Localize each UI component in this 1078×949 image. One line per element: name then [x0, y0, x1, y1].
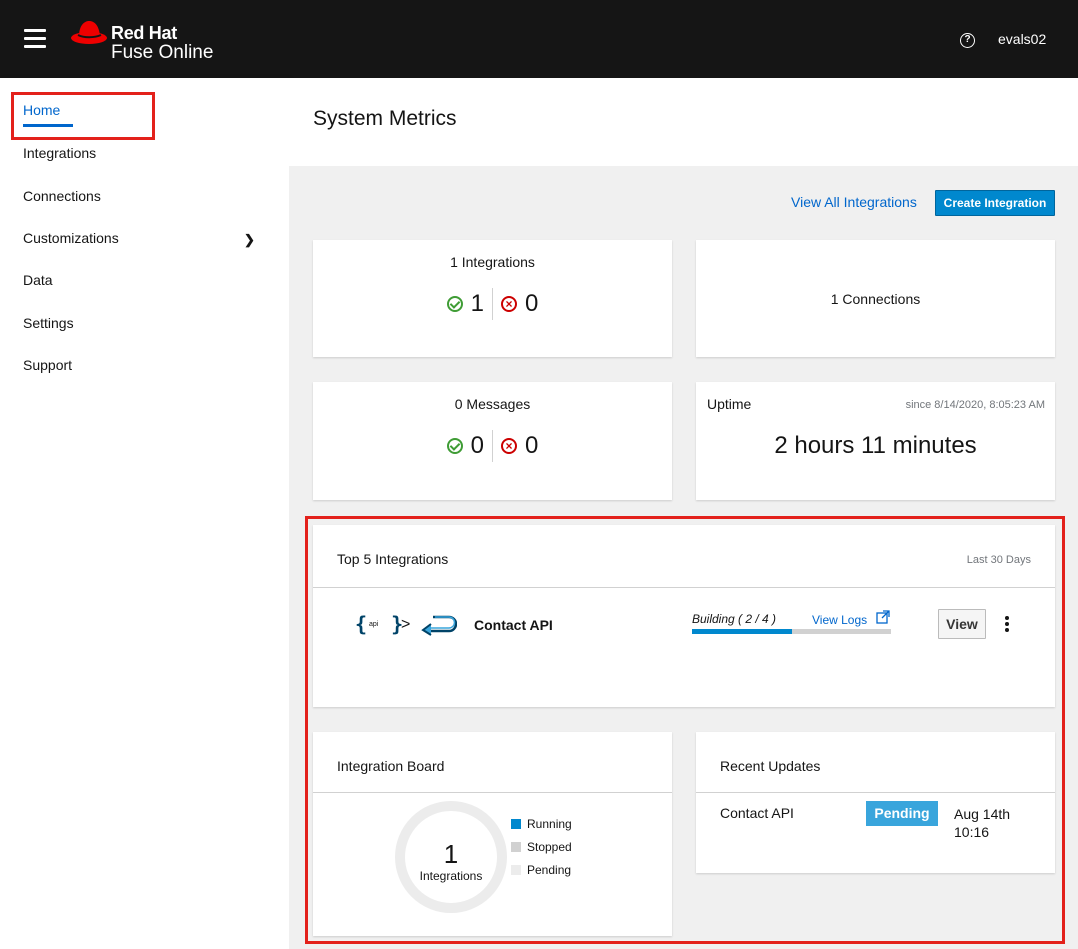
messages-error-count: 0	[525, 432, 539, 459]
uptime-value: 2 hours 11 minutes	[774, 432, 977, 459]
brand-name: Red Hat	[111, 23, 177, 43]
highlight-dashboard-box	[305, 516, 1065, 944]
messages-ok-count: 0	[470, 432, 484, 459]
chevron-right-icon[interactable]: ❯	[244, 232, 255, 248]
integrations-error-count: 0	[525, 290, 539, 317]
uptime-card: Uptime since 8/14/2020, 8:05:23 AM 2 hou…	[696, 382, 1055, 500]
page-title: System Metrics	[313, 107, 457, 130]
sidebar-item-data[interactable]: Data	[23, 272, 53, 288]
uptime-since: since 8/14/2020, 8:05:23 AM	[905, 399, 1045, 411]
user-menu[interactable]: evals02	[998, 31, 1046, 47]
create-integration-button[interactable]: Create Integration	[935, 190, 1055, 216]
brand-product-name: Fuse Online	[111, 42, 214, 63]
integrations-ok-count: 1	[470, 290, 484, 317]
sidebar-item-integrations[interactable]: Integrations	[23, 145, 96, 161]
integrations-count-card[interactable]: 1 Integrations 1 × 0	[313, 240, 672, 357]
help-icon[interactable]: ?	[960, 33, 975, 48]
sidebar-item-settings[interactable]: Settings	[23, 315, 74, 331]
view-all-integrations-link[interactable]: View All Integrations	[791, 194, 917, 210]
messages-count-card: 0 Messages 0 × 0	[313, 382, 672, 500]
check-circle-icon	[446, 438, 463, 454]
messages-status-row: 0 × 0	[313, 430, 672, 462]
sidebar-item-home[interactable]: Home	[23, 102, 60, 118]
sidebar-item-support[interactable]: Support	[23, 357, 72, 373]
error-circle-icon: ×	[501, 296, 517, 312]
uptime-label: Uptime	[707, 396, 752, 412]
connections-count-card[interactable]: 1 Connections	[696, 240, 1055, 357]
messages-count-title: 0 Messages	[454, 396, 531, 412]
red-hat-logo-icon	[71, 21, 107, 44]
hamburger-menu-icon[interactable]	[24, 29, 46, 49]
integrations-status-row: 1 × 0	[313, 288, 672, 320]
active-indicator	[23, 124, 73, 127]
connections-count-title: 1 Connections	[830, 291, 921, 307]
check-circle-icon	[446, 296, 463, 312]
error-circle-icon: ×	[501, 438, 517, 454]
page-header: System Metrics	[289, 78, 1078, 166]
sidebar-item-connections[interactable]: Connections	[23, 188, 101, 204]
sidebar-nav: Home Integrations Connections Customizat…	[0, 78, 289, 949]
top-header-bar: Red Hat Fuse Online ? evals02	[0, 0, 1078, 78]
sidebar-item-customizations[interactable]: Customizations	[23, 230, 119, 246]
integrations-count-title: 1 Integrations	[450, 254, 535, 270]
